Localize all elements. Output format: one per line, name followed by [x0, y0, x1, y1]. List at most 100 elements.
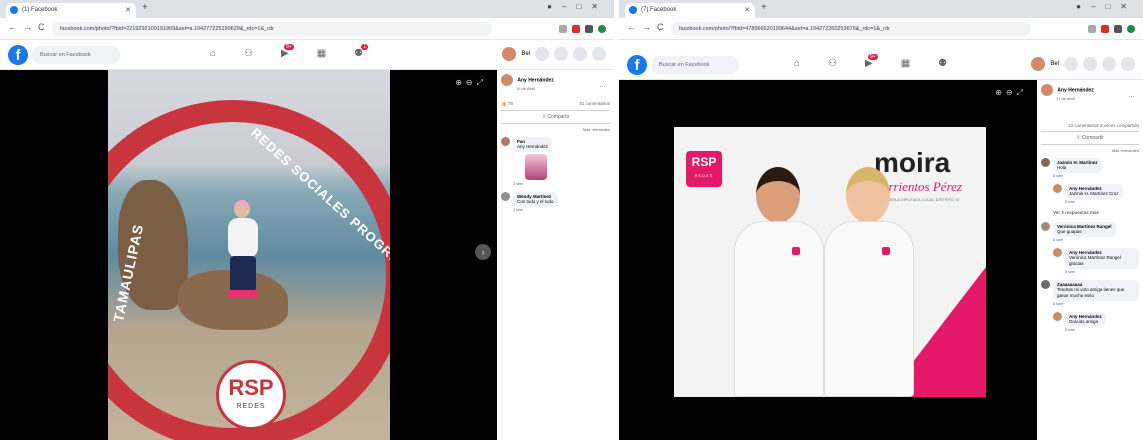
next-photo-icon[interactable]: ›: [475, 244, 491, 260]
url-field[interactable]: facebook.com/photo/?fbid=221929210019190…: [52, 22, 492, 36]
comment-text: Any Hernández: [517, 144, 549, 149]
comment-reply: Any Hernández Jazmin H. Martínez Cruz 8 …: [1053, 184, 1139, 204]
post-author[interactable]: Any Hernández: [517, 77, 553, 83]
view-more-replies[interactable]: Ver 3 respuestas más: [1053, 210, 1139, 216]
window-controls[interactable]: ●–□✕: [1076, 2, 1137, 11]
menu-icon[interactable]: [535, 47, 549, 61]
star-icon[interactable]: [1088, 25, 1096, 33]
groups-icon[interactable]: ⚉: [938, 58, 947, 69]
comment-bubble: Any Hernández Verónica Martínez Rangel g…: [1065, 248, 1139, 269]
home-icon[interactable]: ⌂: [794, 58, 800, 69]
comment-bubble: Fan Any Hernández: [513, 137, 553, 152]
author-avatar[interactable]: [501, 74, 513, 86]
avatar[interactable]: [1053, 184, 1062, 193]
comments-count[interactable]: 21 comentarios: [579, 101, 610, 107]
facebook-favicon-icon: [629, 6, 637, 14]
comments-count[interactable]: 13 comentarios 2 veces compartido: [1068, 123, 1139, 128]
post-time[interactable]: 19 de Abril: [516, 86, 610, 91]
photo-viewer: RSP REDES moira Barrientos Pérez CANDIDA…: [619, 80, 1037, 440]
comment-text: Hola: [1057, 165, 1067, 170]
new-tab-icon[interactable]: +: [142, 2, 148, 13]
facebook-header: f Buscar en Facebook ⌂ ⚇ ▶ 9+ ▦ ⚉ Bel: [619, 50, 1143, 80]
notifications-icon[interactable]: [1102, 57, 1116, 71]
post-author-row: Any Hernández 17 de abril …: [1041, 84, 1139, 101]
share-button[interactable]: ⇪ Compartir: [1041, 131, 1139, 145]
extension-icon[interactable]: [585, 25, 593, 33]
reactions-row: 👍 78 21 comentarios: [501, 101, 610, 107]
notification-badge: 1: [361, 44, 369, 50]
avatar[interactable]: [501, 192, 510, 201]
zoom-controls[interactable]: ⊕⊖⤢: [455, 78, 487, 88]
facebook-logo-icon[interactable]: f: [8, 45, 28, 65]
browser-tab[interactable]: (1) Facebook ✕: [6, 3, 136, 18]
window-controls[interactable]: ●–□✕: [547, 2, 608, 11]
like-icon: 👍: [501, 101, 507, 106]
extension-icon[interactable]: [572, 25, 580, 33]
account-icon[interactable]: [592, 47, 606, 61]
star-icon[interactable]: [559, 25, 567, 33]
avatar[interactable]: [502, 47, 517, 61]
menu-icon[interactable]: [1064, 57, 1078, 71]
home-icon[interactable]: ⌂: [210, 48, 216, 59]
reactions[interactable]: 👍 78: [501, 101, 513, 107]
comment-text: Que guapas: [1057, 229, 1082, 234]
watch-icon[interactable]: ▶ 9+: [865, 54, 878, 69]
groups-icon[interactable]: ⚉ 1: [354, 44, 369, 59]
share-button[interactable]: ⇪ Compartir: [501, 110, 610, 124]
nav-buttons[interactable]: ←→C: [627, 22, 670, 32]
author-avatar[interactable]: [1041, 84, 1053, 96]
relevance-filter[interactable]: Más relevantes: [1041, 148, 1139, 153]
profile-icon[interactable]: [1127, 25, 1135, 33]
post-author[interactable]: Any Hernández: [1057, 87, 1093, 93]
marketplace-icon[interactable]: ▦: [317, 48, 326, 59]
extension-icon[interactable]: [1114, 25, 1122, 33]
marketplace-icon[interactable]: ▦: [901, 58, 910, 69]
tab-bar: (7) Facebook ✕ + ●–□✕: [619, 0, 1143, 18]
close-tab-icon[interactable]: ✕: [744, 3, 750, 18]
avatar[interactable]: [501, 137, 510, 146]
notifications-icon[interactable]: [573, 47, 587, 61]
tab-title: (7) Facebook: [641, 7, 677, 13]
relevance-filter[interactable]: Más relevantes: [501, 127, 610, 132]
notification-badge: 9+: [868, 54, 878, 60]
post-time[interactable]: 17 de abril: [1056, 96, 1139, 101]
comment-meta: 8 sem: [1065, 328, 1076, 332]
view-more-replies-label[interactable]: Ver 3 respuestas más: [1053, 210, 1099, 216]
watch-icon[interactable]: ▶ 9+: [281, 44, 294, 59]
messenger-icon[interactable]: [1083, 57, 1097, 71]
new-tab-icon[interactable]: +: [761, 2, 767, 13]
more-options-icon[interactable]: …: [599, 82, 606, 89]
url-field[interactable]: facebook.com/photo/?fbid=478966520199644…: [671, 22, 1031, 36]
friends-icon[interactable]: ⚇: [244, 48, 253, 59]
friends-icon[interactable]: ⚇: [828, 58, 837, 69]
more-options-icon[interactable]: …: [1128, 92, 1135, 99]
user-name[interactable]: Bel: [1050, 61, 1059, 67]
comment-text: Verónica Martínez Rangel gracias: [1069, 255, 1121, 266]
share-label: Compartir: [547, 114, 570, 120]
avatar[interactable]: [1053, 248, 1062, 257]
avatar[interactable]: [1041, 158, 1050, 167]
browser-tab[interactable]: (7) Facebook ✕: [625, 3, 755, 18]
nav-buttons[interactable]: ←→C: [8, 22, 51, 32]
messenger-icon[interactable]: [554, 47, 568, 61]
user-name[interactable]: Bel: [521, 51, 530, 57]
reactions-row: 13 comentarios 2 veces compartido: [1041, 123, 1139, 128]
tab-bar: (1) Facebook ✕ + ●–□✕: [0, 0, 614, 18]
woman-figure: [824, 167, 914, 397]
close-tab-icon[interactable]: ✕: [125, 3, 131, 18]
zoom-controls[interactable]: ⊕⊖⤢: [995, 88, 1027, 98]
facebook-nav: ⌂ ⚇ ▶ 9+ ▦ ⚉ 1: [210, 44, 369, 59]
avatar[interactable]: [1041, 280, 1050, 289]
avatar[interactable]: [1031, 57, 1046, 71]
profile-icon[interactable]: [598, 25, 606, 33]
avatar[interactable]: [1053, 312, 1062, 321]
comment-meta: 2 sem: [513, 182, 524, 186]
extension-icon[interactable]: [1101, 25, 1109, 33]
facebook-logo-icon[interactable]: f: [627, 55, 647, 75]
facebook-search-input[interactable]: Buscar en Facebook: [32, 46, 120, 64]
comment-reply: Any Hernández Gracias amiga 8 sem: [1053, 312, 1139, 332]
account-icon[interactable]: [1121, 57, 1135, 71]
facebook-search-input[interactable]: Buscar en Facebook: [651, 56, 739, 74]
avatar[interactable]: [1041, 222, 1050, 231]
rsp-logo: RSP REDES: [216, 360, 286, 430]
